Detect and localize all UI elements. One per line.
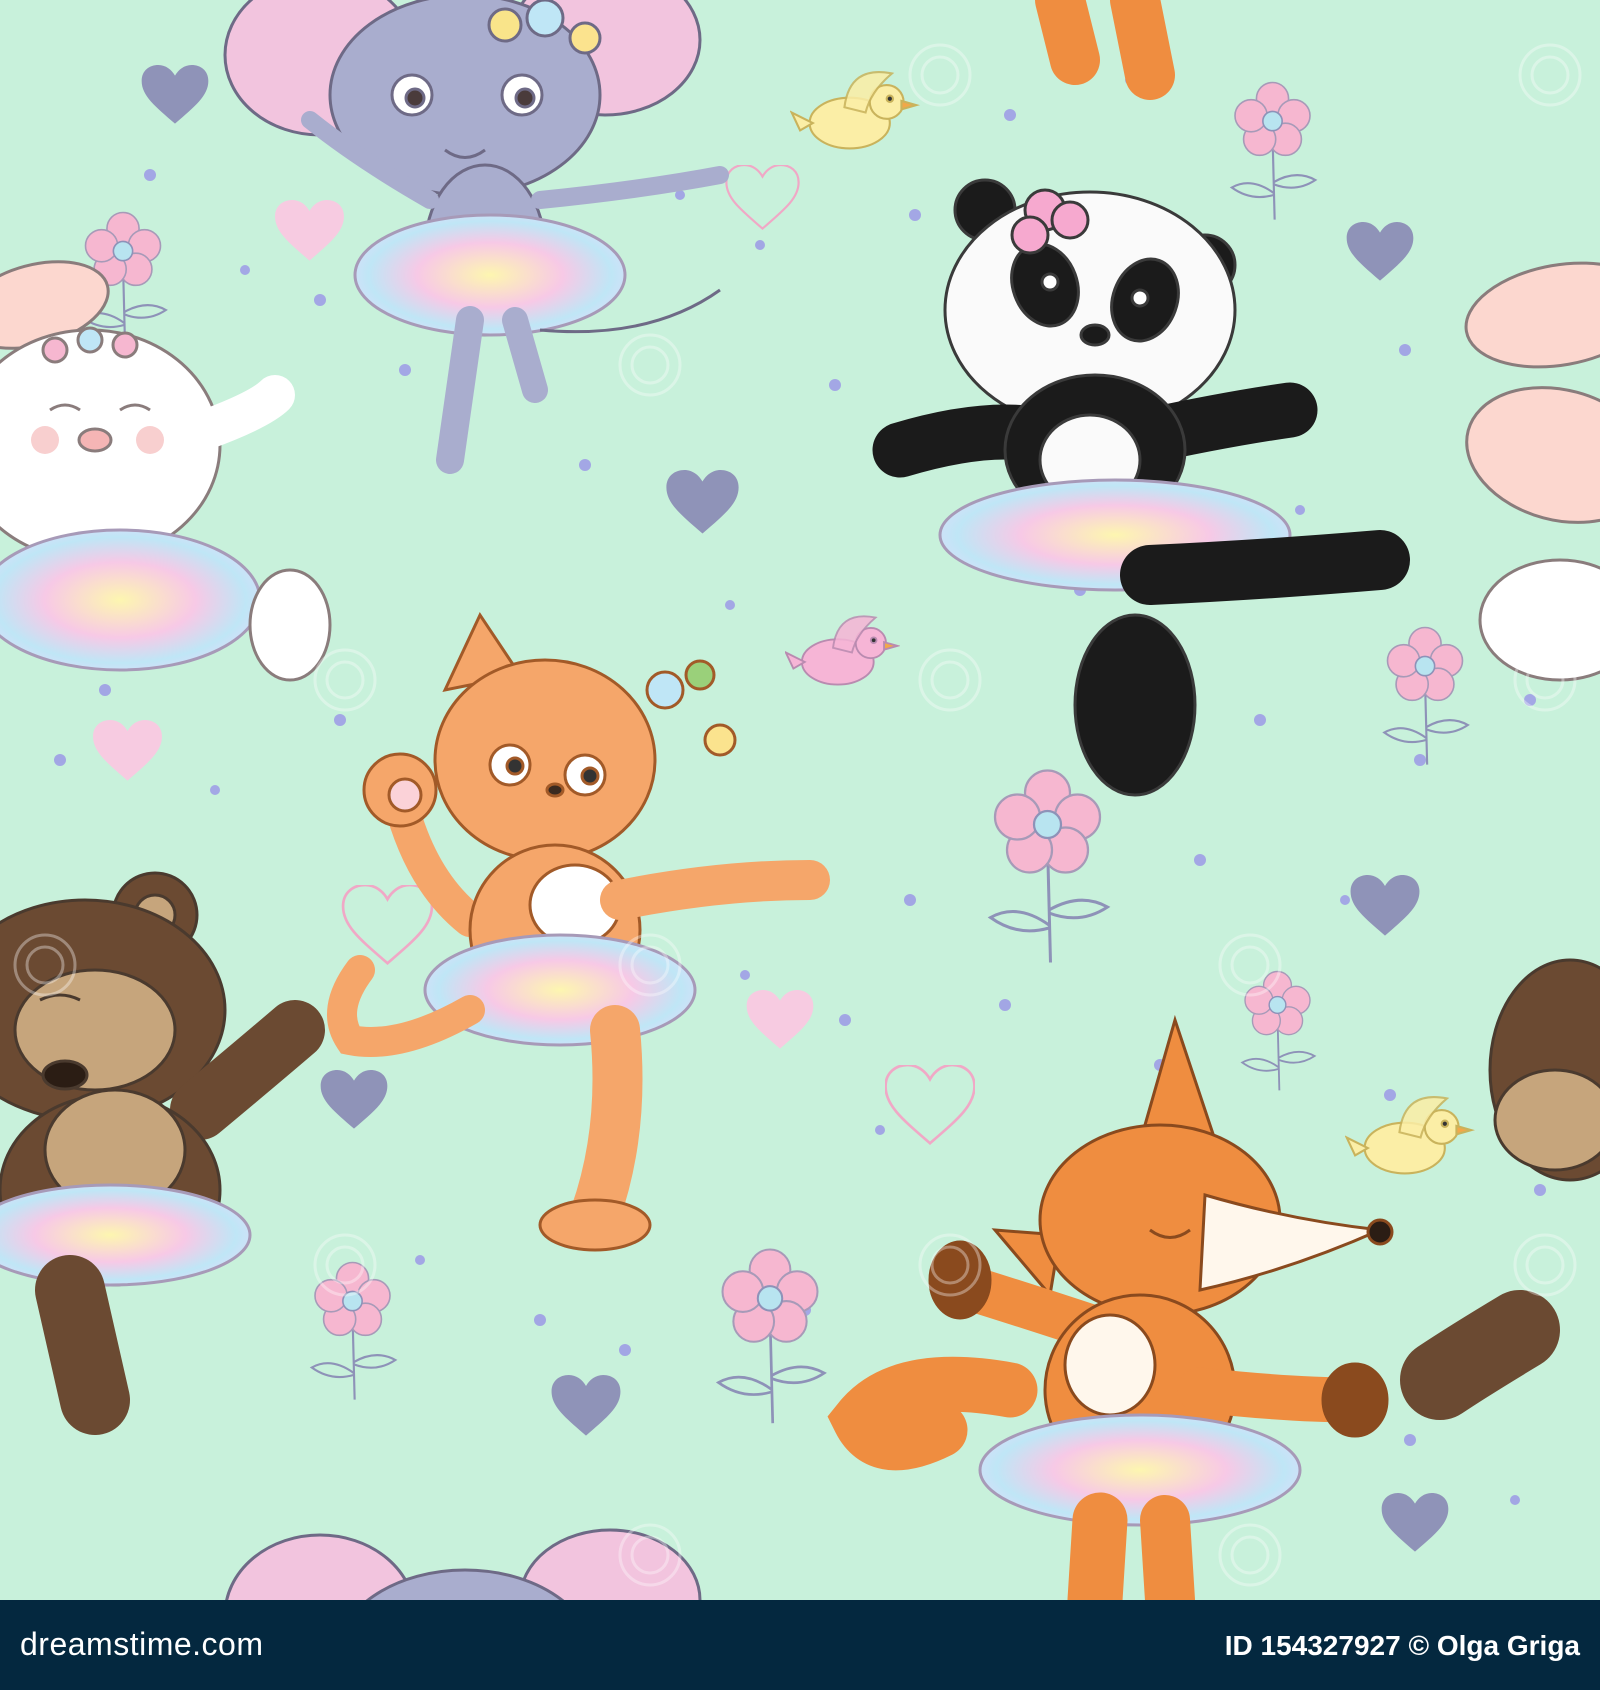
bunny-ballerina bbox=[0, 260, 332, 682]
fox-feet-top-edge bbox=[1035, 0, 1175, 100]
fox-ballerina bbox=[827, 1014, 1394, 1600]
bunny-ballerina-right-edge bbox=[1464, 261, 1600, 682]
panda-ballerina bbox=[872, 178, 1410, 797]
bear-ballerina-right-edge bbox=[1400, 958, 1600, 1420]
bear-ballerina bbox=[0, 871, 325, 1435]
pink-bird bbox=[785, 615, 899, 686]
watermark-swirls bbox=[13, 43, 1582, 1587]
ballerina-animals-pattern bbox=[0, 0, 1600, 1600]
stock-image: dreamstime.com ID 154327927 © Olga Griga bbox=[0, 0, 1600, 1690]
cat-ballerina bbox=[327, 611, 830, 1252]
footer-bar: dreamstime.com ID 154327927 © Olga Griga bbox=[0, 1600, 1600, 1690]
brand-link[interactable]: dreamstime.com bbox=[20, 1626, 264, 1663]
yellow-bird-top bbox=[790, 70, 918, 150]
yellow-bird-right bbox=[1345, 1095, 1473, 1175]
image-credit: ID 154327927 © Olga Griga bbox=[1224, 1630, 1580, 1661]
mouse-ballerina-bottom-edge bbox=[225, 1528, 702, 1600]
